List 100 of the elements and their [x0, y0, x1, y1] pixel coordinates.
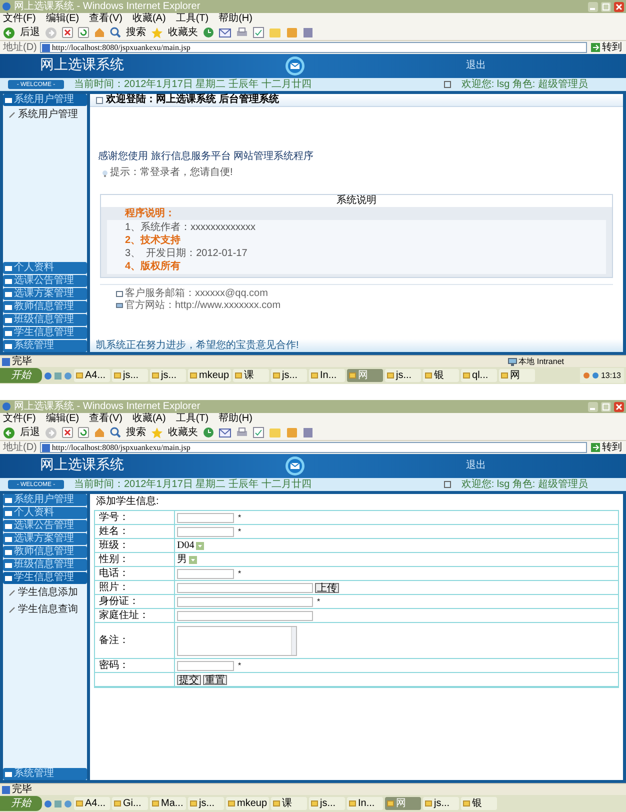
taskbar-button[interactable]: Gi...: [112, 797, 148, 810]
folder-icon[interactable]: [311, 372, 318, 379]
arrow-icon[interactable]: [591, 443, 600, 452]
folder-icon[interactable]: [114, 372, 121, 379]
menu-item[interactable]: 查看(V): [89, 14, 122, 24]
menu-section-header[interactable]: 系统管理: [3, 768, 87, 780]
folder-icon[interactable]: [228, 800, 235, 807]
menu-section-header[interactable]: 班级信息管理: [3, 314, 87, 326]
go-button[interactable]: 转到: [590, 42, 623, 53]
select-field[interactable]: D04: [177, 540, 204, 550]
menu-section-header[interactable]: 教师信息管理: [3, 301, 87, 313]
star-icon[interactable]: [151, 26, 163, 38]
form-button[interactable]: 重置: [203, 674, 227, 684]
menu-section-header[interactable]: 选课公告管理: [3, 275, 87, 287]
menu-section-header[interactable]: 学生信息管理: [3, 572, 87, 584]
folder-icon[interactable]: [349, 800, 356, 807]
taskbar-button[interactable]: js...: [423, 797, 460, 810]
folder-icon[interactable]: [76, 800, 83, 807]
taskbar-button[interactable]: js...: [309, 797, 346, 810]
menu-item[interactable]: 收藏(A): [132, 414, 166, 424]
menu-section-header[interactable]: 系统用户管理: [3, 94, 87, 106]
search-icon[interactable]: [110, 427, 121, 438]
mail-icon[interactable]: [219, 427, 231, 438]
folder-icon[interactable]: [152, 800, 159, 807]
go-button[interactable]: 转到: [590, 442, 623, 453]
folder-icon[interactable]: [425, 372, 432, 379]
menu-item[interactable]: 编辑(E): [46, 14, 80, 24]
stop-icon[interactable]: [62, 27, 73, 38]
folder-icon[interactable]: [273, 800, 280, 807]
menu-section-header[interactable]: 个人资料: [3, 507, 87, 519]
home-icon[interactable]: [94, 427, 105, 438]
text-field[interactable]: [177, 512, 234, 522]
menu-item[interactable]: 帮助(H): [218, 14, 252, 24]
sidebar-link[interactable]: 学生信息添加: [18, 588, 78, 598]
edit-icon[interactable]: [253, 27, 264, 38]
menu-item[interactable]: 查看(V): [89, 414, 122, 424]
taskbar-button[interactable]: Ma...: [150, 797, 186, 810]
folder-icon[interactable]: [387, 372, 394, 379]
stop-icon[interactable]: [62, 427, 73, 438]
menu-item[interactable]: 工具(T): [176, 14, 209, 24]
address-field[interactable]: http://localhost:8080/jspxuankexu/main.jsp: [40, 42, 587, 53]
forward-arrow-icon[interactable]: [45, 26, 57, 38]
text-field[interactable]: [177, 610, 313, 620]
taskbar-button[interactable]: 银: [461, 797, 498, 810]
sidebar-link[interactable]: 系统用户管理: [18, 110, 78, 120]
home-icon[interactable]: [94, 27, 105, 38]
history-icon[interactable]: [203, 27, 214, 38]
browser-icon[interactable]: [44, 800, 52, 808]
menu-item[interactable]: 帮助(H): [218, 414, 252, 424]
star-icon[interactable]: [151, 426, 163, 438]
taskbar-button[interactable]: 网: [499, 369, 536, 382]
taskbar-button[interactable]: js...: [150, 369, 186, 382]
back-label[interactable]: 后退: [20, 428, 40, 438]
close-icon[interactable]: [614, 402, 624, 412]
sidebar-link[interactable]: 学生信息查询: [18, 605, 78, 615]
text-field[interactable]: [177, 568, 234, 578]
text-field[interactable]: [177, 660, 234, 670]
print-icon[interactable]: [236, 427, 248, 438]
taskbar-button[interactable]: mkeup: [226, 797, 270, 810]
menu-item[interactable]: 文件(F): [3, 14, 36, 24]
folder-icon[interactable]: [269, 27, 281, 38]
minimize-icon[interactable]: [588, 2, 598, 12]
start-button[interactable]: 开始: [0, 368, 42, 383]
file-field[interactable]: [177, 582, 313, 592]
taskbar-button[interactable]: js...: [188, 797, 224, 810]
address-field[interactable]: http://localhost:8080/jspxuankexu/main.jsp: [40, 442, 587, 453]
text-field[interactable]: [177, 596, 313, 606]
menu-section-header[interactable]: 系统用户管理: [3, 494, 87, 506]
text-field[interactable]: [177, 526, 234, 536]
close-icon[interactable]: [614, 2, 624, 12]
favorites-label[interactable]: 收藏夹: [168, 28, 198, 38]
menu-section-header[interactable]: 选课公告管理: [3, 520, 87, 532]
textarea-field[interactable]: [177, 626, 297, 656]
taskbar-button[interactable]: js...: [112, 369, 148, 382]
refresh-icon[interactable]: [78, 27, 89, 38]
start-button[interactable]: 开始: [0, 796, 42, 811]
menu-item[interactable]: 工具(T): [176, 414, 209, 424]
back-arrow-icon[interactable]: [3, 26, 15, 38]
menu-item[interactable]: 收藏(A): [132, 14, 166, 24]
taskbar-button[interactable]: js...: [385, 369, 422, 382]
back-label[interactable]: 后退: [20, 28, 40, 38]
refresh-icon[interactable]: [78, 427, 89, 438]
form-button[interactable]: 提交: [177, 674, 201, 684]
maximize-icon[interactable]: [601, 2, 611, 12]
minimize-icon[interactable]: [588, 402, 598, 412]
folder-icon[interactable]: [235, 372, 242, 379]
edit-icon[interactable]: [253, 427, 264, 438]
taskbar-button[interactable]: 课: [233, 369, 270, 382]
menu-section-header[interactable]: 个人资料: [3, 262, 87, 274]
menu-section-header[interactable]: 教师信息管理: [3, 546, 87, 558]
back-arrow-icon[interactable]: [3, 426, 15, 438]
history-icon[interactable]: [203, 427, 214, 438]
select-field[interactable]: 男: [177, 554, 197, 564]
forward-arrow-icon[interactable]: [45, 426, 57, 438]
folder-icon[interactable]: [190, 372, 197, 379]
folder-icon[interactable]: [463, 372, 470, 379]
maximize-icon[interactable]: [601, 402, 611, 412]
upload-button[interactable]: 上传: [315, 582, 339, 592]
folder-icon[interactable]: [269, 427, 281, 438]
search-label[interactable]: 搜索: [126, 28, 146, 38]
